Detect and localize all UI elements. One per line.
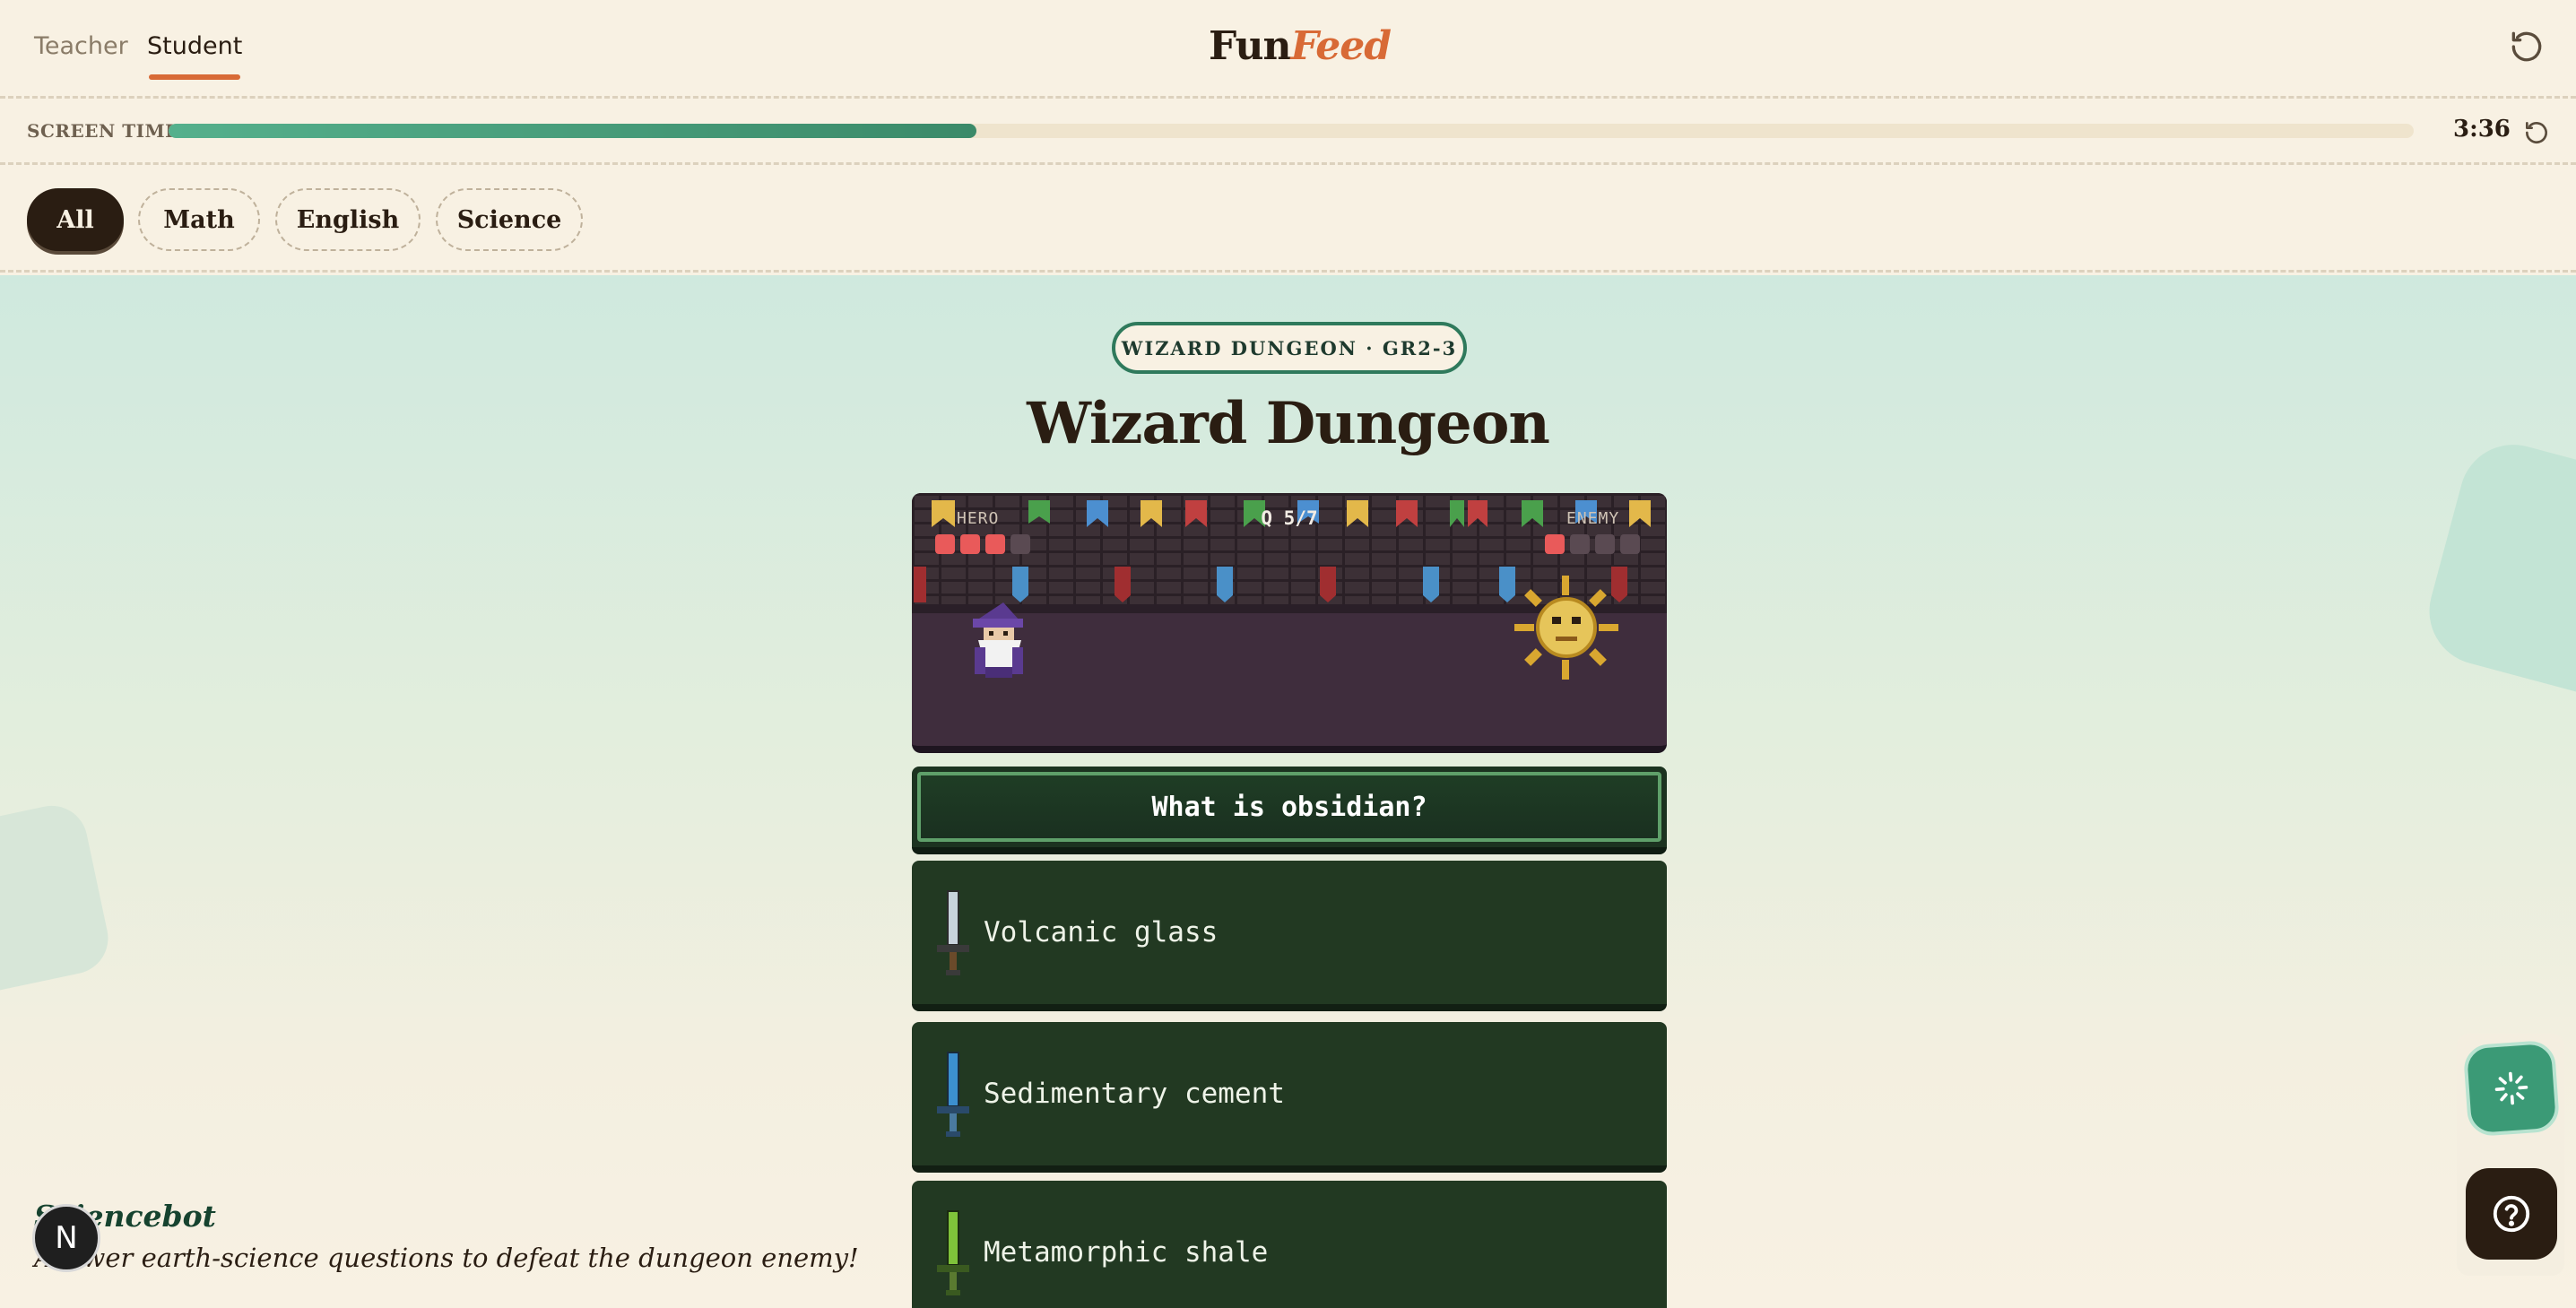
hero-health: [935, 534, 1030, 554]
sword-icon: [937, 1210, 969, 1295]
game-description: Answer earth-science questions to defeat…: [34, 1243, 859, 1273]
screen-time-value: 3:36: [2453, 116, 2511, 143]
heart-empty: [1010, 534, 1030, 554]
help-button[interactable]: [2466, 1168, 2557, 1260]
screen-time-bar: SCREEN TIME 3:36: [0, 99, 2576, 165]
answer-label: Sedimentary cement: [984, 1078, 1285, 1110]
help-icon: [2493, 1195, 2530, 1233]
answer-option-1[interactable]: Volcanic glass: [912, 861, 1667, 1011]
filter-math[interactable]: Math: [138, 188, 260, 251]
answer-option-3[interactable]: Metamorphic shale: [912, 1181, 1667, 1308]
wizard-hero-icon: [973, 602, 1023, 678]
question-text: What is obsidian?: [917, 772, 1661, 842]
heart-full: [960, 534, 980, 554]
logo-feed: Feed: [1290, 23, 1392, 69]
profile-badge[interactable]: N: [32, 1204, 100, 1272]
screen-time-progress-fill: [169, 124, 977, 138]
sword-icon: [937, 890, 969, 975]
top-bar: Teacher Student FunFeed: [0, 0, 2576, 99]
heart-full: [985, 534, 1005, 554]
active-tab-indicator: [149, 74, 241, 80]
heart-full: [1545, 534, 1565, 554]
sword-icon: [937, 1052, 969, 1137]
tab-teacher[interactable]: Teacher: [34, 32, 128, 60]
spinner-icon: [2494, 1071, 2528, 1105]
answer-label: Volcanic glass: [984, 916, 1219, 949]
tab-student-label: Student: [147, 32, 243, 60]
decorative-blob: [2417, 432, 2576, 710]
game-title: Wizard Dungeon: [1027, 390, 1550, 457]
logo-fun: Fun: [1209, 23, 1291, 69]
filter-all[interactable]: All: [27, 188, 124, 251]
game-stage: WIZARD DUNGEON · GR2-3 Wizard Dungeon HE…: [0, 275, 2576, 1308]
subject-filters: All Math English Science: [0, 165, 2576, 273]
heart-empty: [1595, 534, 1615, 554]
heart-empty: [1570, 534, 1590, 554]
filter-english[interactable]: English: [275, 188, 421, 251]
tab-student[interactable]: Student: [147, 32, 243, 80]
sun-enemy-icon: [1514, 576, 1618, 680]
heart-full: [935, 534, 955, 554]
screen-time-progress: [169, 124, 2414, 138]
answer-option-2[interactable]: Sedimentary cement: [912, 1022, 1667, 1173]
game-canvas[interactable]: HERO ENEMY Q 5/7: [912, 493, 1667, 753]
reset-icon[interactable]: [2507, 27, 2546, 66]
filter-science[interactable]: Science: [436, 188, 583, 251]
question-counter: Q 5/7: [1261, 507, 1318, 529]
game-badge: WIZARD DUNGEON · GR2-3: [1112, 322, 1467, 374]
screen-time-label: SCREEN TIME: [27, 120, 179, 142]
decorative-blob: [0, 799, 115, 998]
question-box: What is obsidian?: [912, 767, 1667, 854]
enemy-health: [1545, 534, 1640, 554]
answer-label: Metamorphic shale: [984, 1236, 1269, 1269]
app-logo[interactable]: FunFeed: [1209, 23, 1392, 69]
heart-empty: [1620, 534, 1640, 554]
reset-timer-icon[interactable]: [2522, 118, 2551, 147]
ai-loading-button[interactable]: [2462, 1039, 2561, 1138]
